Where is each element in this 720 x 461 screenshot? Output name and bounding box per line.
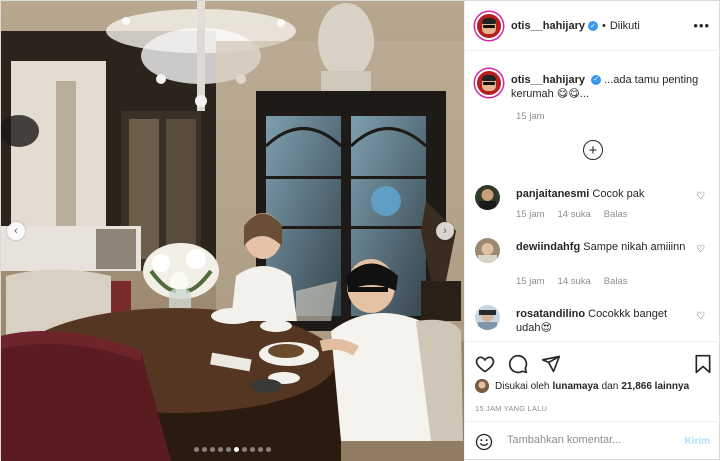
- verified-badge-icon: ✓: [587, 20, 598, 31]
- caption-text-block: otis__hahijary ✓ ...ada tamu penting ker…: [511, 69, 715, 101]
- commenter-avatar[interactable]: [475, 305, 500, 330]
- carousel-dot: [242, 447, 247, 452]
- comment-body: panjaitanesmi Cocok pak: [516, 187, 691, 201]
- action-icon-row: [475, 354, 561, 374]
- dinner-scene-illustration: [1, 1, 464, 461]
- comment-time[interactable]: 15 jam: [516, 276, 545, 287]
- header-separator: •: [601, 19, 606, 32]
- comment-likes[interactable]: 14 suka: [558, 209, 591, 220]
- comment-reply-button[interactable]: Balas: [604, 276, 628, 287]
- heart-outline-icon[interactable]: ♡: [696, 311, 705, 322]
- comment-reply-button[interactable]: Balas: [604, 209, 628, 220]
- commenter-avatar[interactable]: [475, 185, 500, 210]
- caption-timestamp[interactable]: 15 jam: [516, 111, 715, 122]
- carousel-dot: [202, 447, 207, 452]
- carousel-dot: [234, 447, 239, 452]
- follow-status-button[interactable]: Diikuti: [610, 20, 640, 32]
- author-username[interactable]: otis__hahijary: [511, 20, 585, 32]
- post-photo[interactable]: ‹ ›: [1, 1, 464, 461]
- likes-first-user[interactable]: lunamaya: [552, 381, 598, 392]
- chevron-left-icon: ‹: [14, 224, 18, 237]
- comment-text: Cocok pak: [592, 188, 645, 200]
- heart-outline-icon[interactable]: ♡: [696, 244, 705, 255]
- comment-likes[interactable]: 14 suka: [558, 276, 591, 287]
- author-avatar[interactable]: [475, 11, 503, 40]
- add-comment-form: Kirim: [465, 421, 720, 461]
- load-more-comments-button[interactable]: +: [583, 140, 603, 160]
- carousel-dot: [258, 447, 263, 452]
- emoji-smiley-icon[interactable]: [475, 433, 493, 451]
- post-actions: Disukai oleh lunamaya dan 21,866 lainnya…: [465, 341, 720, 421]
- carousel-next-button[interactable]: ›: [436, 222, 454, 240]
- post-date[interactable]: 15 JAM YANG LALU: [475, 404, 547, 413]
- comment-body: dewiindahfg Sampe nikah amiiinn: [516, 240, 691, 254]
- caption-username[interactable]: otis__hahijary: [511, 74, 585, 86]
- post-side-panel: otis__hahijary ✓ • Diikuti ••• otis__hah…: [464, 1, 720, 461]
- post-caption: otis__hahijary ✓ ...ada tamu penting ker…: [475, 69, 715, 122]
- liker-avatar[interactable]: [475, 379, 489, 393]
- likes-prefix: Disukai oleh: [495, 380, 550, 392]
- caption-author-avatar[interactable]: [475, 69, 503, 97]
- comment-meta: 15 jam 14 suka Balas: [516, 209, 628, 220]
- carousel-dot: [226, 447, 231, 452]
- comment-meta: 15 jam 14 suka Balas: [516, 276, 628, 287]
- carousel-dot: [210, 447, 215, 452]
- commenter-avatar[interactable]: [475, 238, 500, 263]
- comment-time[interactable]: 15 jam: [516, 209, 545, 220]
- carousel-prev-button[interactable]: ‹: [7, 222, 25, 240]
- comment-text: Sampe nikah amiiinn: [583, 241, 686, 253]
- carousel-dot: [194, 447, 199, 452]
- post-header: otis__hahijary ✓ • Diikuti •••: [465, 1, 720, 51]
- carousel-dot: [250, 447, 255, 452]
- instagram-post: ‹ › otis__hahijary ✓ • Diikuti ••• otis_…: [0, 0, 720, 461]
- save-bookmark-icon[interactable]: [694, 354, 712, 374]
- comment-input[interactable]: [507, 434, 667, 446]
- plus-circle-icon: +: [588, 141, 598, 159]
- commenter-username[interactable]: rosatandilino: [516, 308, 585, 320]
- comment-bubble-icon[interactable]: [508, 354, 528, 374]
- likes-others-count[interactable]: 21,866 lainnya: [621, 381, 689, 392]
- commenter-username[interactable]: panjaitanesmi: [516, 188, 589, 200]
- carousel-dot: [266, 447, 271, 452]
- share-send-icon[interactable]: [541, 354, 561, 374]
- commenter-username[interactable]: dewiindahfg: [516, 241, 580, 253]
- likes-connector: dan: [601, 380, 619, 392]
- like-heart-icon[interactable]: [475, 354, 495, 374]
- carousel-dot: [218, 447, 223, 452]
- post-comment-button[interactable]: Kirim: [684, 436, 710, 447]
- comment-body: rosatandilino Cocokkk banget udah😍: [516, 307, 691, 335]
- chevron-right-icon: ›: [443, 224, 447, 237]
- heart-outline-icon[interactable]: ♡: [696, 191, 705, 202]
- more-options-icon[interactable]: •••: [693, 19, 710, 32]
- carousel-indicator: [1, 447, 464, 452]
- likes-summary: Disukai oleh lunamaya dan 21,866 lainnya: [475, 379, 689, 393]
- caption-verified-badge-icon: ✓: [591, 75, 602, 86]
